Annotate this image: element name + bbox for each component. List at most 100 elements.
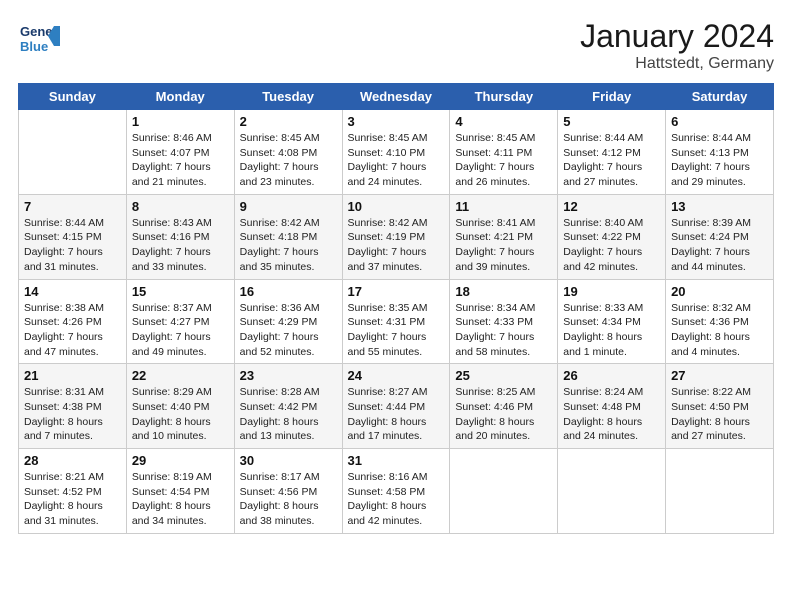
calendar-cell: 9 Sunrise: 8:42 AMSunset: 4:18 PMDaylight… <box>234 194 342 279</box>
calendar-cell: 17 Sunrise: 8:35 AMSunset: 4:31 PMDayligh… <box>342 279 450 364</box>
calendar-cell: 30Sunrise: 8:17 AMSunset: 4:56 PMDayligh… <box>234 449 342 534</box>
day-number: 31 <box>348 453 445 468</box>
day-detail: Sunrise: 8:35 AMSunset: 4:31 PMDaylight:… <box>348 301 445 360</box>
day-detail: Sunrise: 8:41 AMSunset: 4:21 PMDaylight:… <box>455 216 552 275</box>
day-header-sunday: Sunday <box>19 84 127 110</box>
day-header-tuesday: Tuesday <box>234 84 342 110</box>
day-detail: Sunrise: 8:33 AMSunset: 4:34 PMDaylight:… <box>563 301 660 360</box>
calendar-cell: 29 Sunrise: 8:19 AMSunset: 4:54 PMDayligh… <box>126 449 234 534</box>
calendar-cell: 19 Sunrise: 8:33 AMSunset: 4:34 PMDayligh… <box>558 279 666 364</box>
calendar-cell: 11 Sunrise: 8:41 AMSunset: 4:21 PMDayligh… <box>450 194 558 279</box>
calendar-cell: 2Sunrise: 8:45 AMSunset: 4:08 PMDaylight… <box>234 110 342 195</box>
day-number: 12 <box>563 199 660 214</box>
day-detail: Sunrise: 8:44 AMSunset: 4:12 PMDaylight:… <box>563 131 660 190</box>
day-number: 28 <box>24 453 121 468</box>
day-detail: Sunrise: 8:45 AMSunset: 4:08 PMDaylight:… <box>240 131 337 190</box>
day-number: 11 <box>455 199 552 214</box>
calendar-cell <box>558 449 666 534</box>
day-number: 18 <box>455 284 552 299</box>
day-detail: Sunrise: 8:44 AMSunset: 4:15 PMDaylight:… <box>24 216 121 275</box>
day-number: 27 <box>671 368 768 383</box>
day-detail: Sunrise: 8:21 AMSunset: 4:52 PMDaylight:… <box>24 470 121 529</box>
day-number: 10 <box>348 199 445 214</box>
day-number: 24 <box>348 368 445 383</box>
day-detail: Sunrise: 8:24 AMSunset: 4:48 PMDaylight:… <box>563 385 660 444</box>
day-number: 14 <box>24 284 121 299</box>
day-detail: Sunrise: 8:32 AMSunset: 4:36 PMDaylight:… <box>671 301 768 360</box>
day-number: 3 <box>348 114 445 129</box>
calendar-cell: 6 Sunrise: 8:44 AMSunset: 4:13 PMDaylight… <box>666 110 774 195</box>
day-number: 13 <box>671 199 768 214</box>
day-number: 7 <box>24 199 121 214</box>
calendar-cell: 24Sunrise: 8:27 AMSunset: 4:44 PMDayligh… <box>342 364 450 449</box>
day-number: 15 <box>132 284 229 299</box>
day-header-thursday: Thursday <box>450 84 558 110</box>
title-block: January 2024 Hattstedt, Germany <box>580 18 774 73</box>
calendar-cell: 18 Sunrise: 8:34 AMSunset: 4:33 PMDayligh… <box>450 279 558 364</box>
day-detail: Sunrise: 8:34 AMSunset: 4:33 PMDaylight:… <box>455 301 552 360</box>
day-number: 16 <box>240 284 337 299</box>
day-number: 17 <box>348 284 445 299</box>
day-detail: Sunrise: 8:19 AMSunset: 4:54 PMDaylight:… <box>132 470 229 529</box>
logo-icon: General Blue <box>18 18 60 60</box>
calendar-cell: 25Sunrise: 8:25 AMSunset: 4:46 PMDayligh… <box>450 364 558 449</box>
day-detail: Sunrise: 8:16 AMSunset: 4:58 PMDaylight:… <box>348 470 445 529</box>
calendar-header-row: SundayMondayTuesdayWednesdayThursdayFrid… <box>19 84 774 110</box>
day-number: 22 <box>132 368 229 383</box>
day-detail: Sunrise: 8:38 AMSunset: 4:26 PMDaylight:… <box>24 301 121 360</box>
day-detail: Sunrise: 8:40 AMSunset: 4:22 PMDaylight:… <box>563 216 660 275</box>
day-number: 25 <box>455 368 552 383</box>
calendar-cell <box>666 449 774 534</box>
calendar-week-row: 7 Sunrise: 8:44 AMSunset: 4:15 PMDaylight… <box>19 194 774 279</box>
calendar-cell: 8Sunrise: 8:43 AMSunset: 4:16 PMDaylight… <box>126 194 234 279</box>
day-detail: Sunrise: 8:17 AMSunset: 4:56 PMDaylight:… <box>240 470 337 529</box>
svg-text:Blue: Blue <box>20 39 48 54</box>
calendar-week-row: 14 Sunrise: 8:38 AMSunset: 4:26 PMDayligh… <box>19 279 774 364</box>
day-number: 9 <box>240 199 337 214</box>
calendar-cell: 20 Sunrise: 8:32 AMSunset: 4:36 PMDayligh… <box>666 279 774 364</box>
day-number: 19 <box>563 284 660 299</box>
calendar-cell: 26 Sunrise: 8:24 AMSunset: 4:48 PMDayligh… <box>558 364 666 449</box>
calendar-week-row: 28 Sunrise: 8:21 AMSunset: 4:52 PMDayligh… <box>19 449 774 534</box>
calendar-cell: 22 Sunrise: 8:29 AMSunset: 4:40 PMDayligh… <box>126 364 234 449</box>
day-detail: Sunrise: 8:37 AMSunset: 4:27 PMDaylight:… <box>132 301 229 360</box>
calendar-cell <box>19 110 127 195</box>
day-detail: Sunrise: 8:31 AMSunset: 4:38 PMDaylight:… <box>24 385 121 444</box>
calendar-cell: 15 Sunrise: 8:37 AMSunset: 4:27 PMDayligh… <box>126 279 234 364</box>
day-number: 20 <box>671 284 768 299</box>
day-header-saturday: Saturday <box>666 84 774 110</box>
day-detail: Sunrise: 8:39 AMSunset: 4:24 PMDaylight:… <box>671 216 768 275</box>
location-title: Hattstedt, Germany <box>580 55 774 73</box>
calendar-cell: 7 Sunrise: 8:44 AMSunset: 4:15 PMDaylight… <box>19 194 127 279</box>
calendar-cell: 12 Sunrise: 8:40 AMSunset: 4:22 PMDayligh… <box>558 194 666 279</box>
day-detail: Sunrise: 8:36 AMSunset: 4:29 PMDaylight:… <box>240 301 337 360</box>
day-detail: Sunrise: 8:44 AMSunset: 4:13 PMDaylight:… <box>671 131 768 190</box>
day-detail: Sunrise: 8:29 AMSunset: 4:40 PMDaylight:… <box>132 385 229 444</box>
calendar-cell: 16 Sunrise: 8:36 AMSunset: 4:29 PMDayligh… <box>234 279 342 364</box>
calendar-cell: 1 Sunrise: 8:46 AMSunset: 4:07 PMDaylight… <box>126 110 234 195</box>
day-number: 29 <box>132 453 229 468</box>
day-detail: Sunrise: 8:42 AMSunset: 4:19 PMDaylight:… <box>348 216 445 275</box>
day-number: 5 <box>563 114 660 129</box>
day-number: 1 <box>132 114 229 129</box>
day-number: 4 <box>455 114 552 129</box>
day-number: 8 <box>132 199 229 214</box>
calendar-cell: 10 Sunrise: 8:42 AMSunset: 4:19 PMDayligh… <box>342 194 450 279</box>
calendar-cell: 13 Sunrise: 8:39 AMSunset: 4:24 PMDayligh… <box>666 194 774 279</box>
calendar-cell: 4Sunrise: 8:45 AMSunset: 4:11 PMDaylight… <box>450 110 558 195</box>
calendar-cell: 31 Sunrise: 8:16 AMSunset: 4:58 PMDayligh… <box>342 449 450 534</box>
day-detail: Sunrise: 8:45 AMSunset: 4:10 PMDaylight:… <box>348 131 445 190</box>
calendar-week-row: 1 Sunrise: 8:46 AMSunset: 4:07 PMDaylight… <box>19 110 774 195</box>
day-header-wednesday: Wednesday <box>342 84 450 110</box>
day-detail: Sunrise: 8:22 AMSunset: 4:50 PMDaylight:… <box>671 385 768 444</box>
month-title: January 2024 <box>580 18 774 55</box>
day-number: 26 <box>563 368 660 383</box>
calendar-cell <box>450 449 558 534</box>
calendar-cell: 5 Sunrise: 8:44 AMSunset: 4:12 PMDaylight… <box>558 110 666 195</box>
calendar-cell: 14 Sunrise: 8:38 AMSunset: 4:26 PMDayligh… <box>19 279 127 364</box>
day-detail: Sunrise: 8:42 AMSunset: 4:18 PMDaylight:… <box>240 216 337 275</box>
page: General Blue January 2024 Hattstedt, Ger… <box>0 0 792 612</box>
day-detail: Sunrise: 8:46 AMSunset: 4:07 PMDaylight:… <box>132 131 229 190</box>
day-number: 6 <box>671 114 768 129</box>
calendar-cell: 21Sunrise: 8:31 AMSunset: 4:38 PMDayligh… <box>19 364 127 449</box>
